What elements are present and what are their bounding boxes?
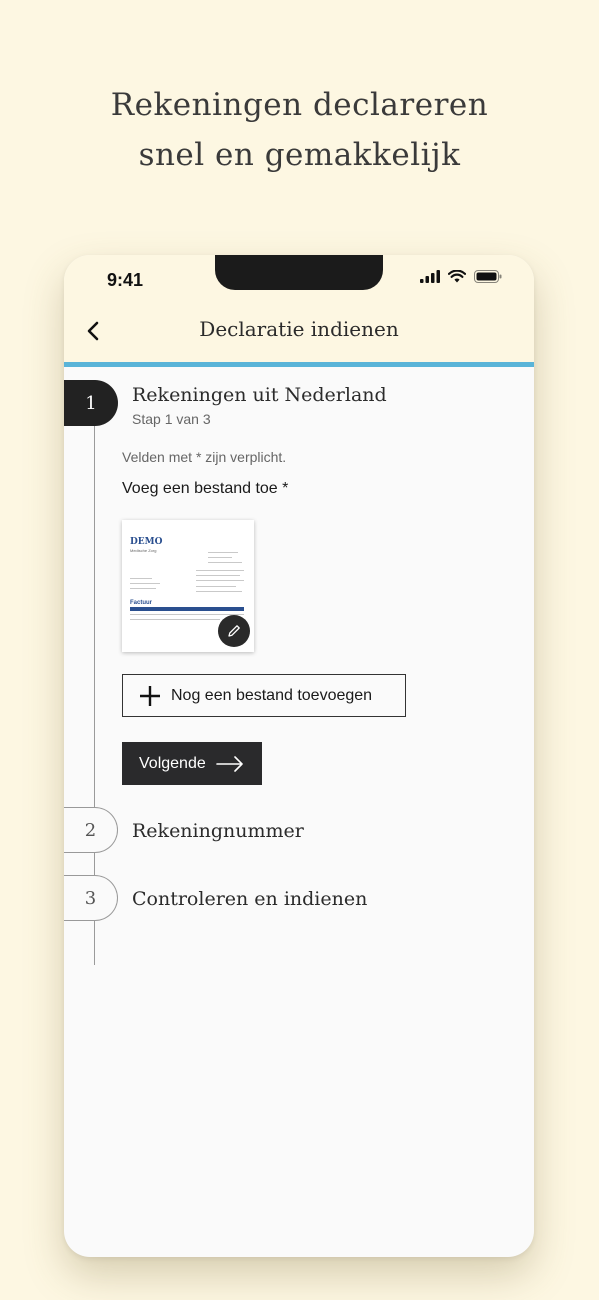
signal-icon — [420, 270, 440, 283]
next-button[interactable]: Volgende — [122, 742, 262, 785]
thumbnail-heading: Factuur — [130, 600, 153, 606]
phone-frame: 9:41 Declaratie indienen 1 Rekeningen ui… — [64, 255, 534, 1257]
plus-icon — [140, 685, 160, 706]
required-note: Velden met * zijn verplicht. — [122, 449, 287, 465]
pencil-icon — [228, 625, 240, 637]
headline: Rekeningen declareren snel en gemakkelij… — [0, 80, 599, 180]
step-2-title[interactable]: Rekeningnummer — [132, 820, 304, 842]
step-3-badge: 3 — [64, 875, 118, 921]
headline-line-1: Rekeningen declareren — [110, 87, 489, 123]
arrow-right-icon — [215, 755, 243, 772]
add-file-button[interactable]: Nog een bestand toevoegen — [122, 674, 406, 717]
thumbnail-brand-sub: Medische Zorg — [130, 548, 157, 553]
status-icons — [420, 270, 502, 283]
step-1-title: Rekeningen uit Nederland — [132, 384, 387, 406]
wifi-icon — [448, 270, 466, 283]
step-1-badge: 1 — [64, 380, 118, 426]
file-field-label: Voeg een bestand toe * — [122, 480, 289, 497]
add-file-label: Nog een bestand toevoegen — [171, 686, 373, 704]
status-time: 9:41 — [107, 270, 144, 290]
next-label: Volgende — [139, 754, 206, 772]
thumbnail-table-header — [130, 607, 244, 611]
edit-file-button[interactable] — [218, 615, 250, 647]
step-2-badge: 2 — [64, 807, 118, 853]
headline-line-2: snel en gemakkelijk — [138, 137, 461, 173]
battery-icon — [474, 270, 502, 283]
thumbnail-brand: DEMO — [130, 537, 163, 547]
page-title: Declaratie indienen — [199, 317, 399, 341]
accent-divider — [64, 362, 534, 367]
step-3-title[interactable]: Controleren en indienen — [132, 888, 367, 910]
phone-notch — [215, 255, 383, 290]
step-1-subtitle: Stap 1 van 3 — [132, 411, 211, 427]
